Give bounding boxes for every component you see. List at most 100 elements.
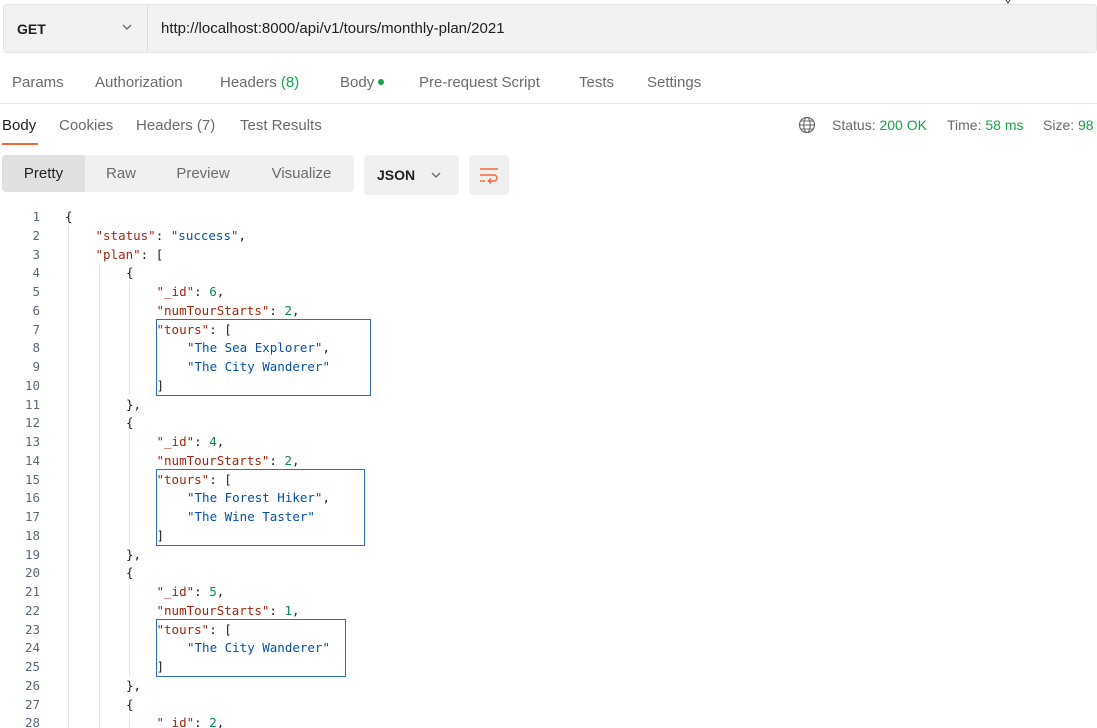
line-number: 21 <box>24 584 40 599</box>
tab-label: Body <box>340 74 375 91</box>
chevron-down-icon <box>431 172 441 178</box>
indent-guide <box>129 282 130 395</box>
indent-guide <box>129 432 130 545</box>
view-mode-switch: Pretty Raw Preview Visualize <box>2 155 354 192</box>
line-number: 16 <box>24 490 40 506</box>
line-number: 15 <box>24 471 40 487</box>
line-number: 18 <box>24 527 40 543</box>
time-label: Time: <box>947 117 982 133</box>
code-text: "plan": [ <box>95 246 164 262</box>
line-number: 14 <box>24 452 40 468</box>
code-line: 2 "status": "success", <box>0 226 1097 245</box>
line-number: 19 <box>24 546 40 562</box>
code-text: "numTourStarts": 1, <box>156 602 300 618</box>
response-tabs: Body Cookies Headers (7) Test Results <box>0 106 1097 146</box>
view-visualize-button[interactable]: Visualize <box>249 155 354 192</box>
tab-tests[interactable]: Tests <box>579 74 614 91</box>
status-value: 200 OK <box>879 117 927 133</box>
line-number: 12 <box>24 415 40 431</box>
line-number: 4 <box>32 265 40 281</box>
wrap-lines-icon <box>480 168 498 184</box>
line-number: 8 <box>32 340 40 356</box>
format-label: JSON <box>377 167 416 183</box>
wrap-lines-button[interactable] <box>469 155 509 195</box>
tab-pre-request-script[interactable]: Pre-request Script <box>419 74 540 91</box>
status-label: Status: <box>832 117 876 133</box>
tab-label: Body <box>2 117 37 134</box>
tab-label: Settings <box>647 74 702 91</box>
time-indicator[interactable]: Time: 58 ms <box>947 117 1024 133</box>
line-number: 22 <box>24 602 40 618</box>
chevron-down-icon <box>122 24 132 30</box>
size-indicator[interactable]: Size: 98 <box>1043 117 1094 133</box>
code-text: }, <box>126 546 142 562</box>
line-number: 26 <box>24 677 40 693</box>
tab-params[interactable]: Params <box>12 74 64 91</box>
code-text: "numTourStarts": 2, <box>156 302 300 318</box>
code-text: }, <box>126 396 142 412</box>
line-number: 13 <box>24 434 40 449</box>
line-number: 7 <box>32 321 40 337</box>
line-number: 1 <box>32 209 40 224</box>
tab-test-results[interactable]: Test Results <box>240 117 322 134</box>
tab-response-headers[interactable]: Headers (7) <box>136 117 215 134</box>
line-number: 27 <box>24 696 40 712</box>
line-number: 10 <box>24 377 40 393</box>
indent-guide <box>98 263 100 728</box>
tab-cookies[interactable]: Cookies <box>59 117 113 134</box>
tab-response-body[interactable]: Body <box>2 117 36 134</box>
bracket-match-highlight <box>155 468 365 546</box>
line-number: 9 <box>32 359 40 374</box>
bracket-match-highlight <box>155 618 346 677</box>
line-number: 5 <box>32 284 40 299</box>
line-number: 20 <box>24 565 40 581</box>
view-raw-button[interactable]: Raw <box>85 155 157 192</box>
request-tabs: Params Authorization Headers (8) Body Pr… <box>0 64 1097 102</box>
code-text: "_id": 6, <box>156 284 225 299</box>
view-preview-button[interactable]: Preview <box>157 155 249 192</box>
active-tab-underline <box>2 143 38 145</box>
format-select[interactable]: JSON <box>364 155 459 195</box>
status-indicator[interactable]: Status: 200 OK <box>832 117 927 133</box>
indent-guide <box>129 713 130 728</box>
tab-label: Tests <box>579 74 615 91</box>
indent-guide <box>68 225 69 728</box>
view-pretty-button[interactable]: Pretty <box>2 155 85 192</box>
tab-body[interactable]: Body <box>340 74 385 91</box>
code-line: 12 { <box>0 413 1097 432</box>
method-label: GET <box>17 20 46 37</box>
request-bar: GET http://localhost:8000/api/v1/tours/m… <box>3 4 1097 53</box>
url-input[interactable]: http://localhost:8000/api/v1/tours/month… <box>161 5 505 52</box>
code-line: 19}, <box>0 545 1097 564</box>
time-value: 58 ms <box>985 117 1024 133</box>
globe-icon[interactable] <box>798 116 816 134</box>
code-text: { <box>126 265 134 281</box>
code-line: 20 { <box>0 563 1097 582</box>
code-line: 3 "plan": [ <box>0 245 1097 264</box>
headers-count: (8) <box>280 74 300 91</box>
size-label: Size: <box>1043 117 1075 133</box>
code-text: { <box>65 209 73 224</box>
divider <box>0 103 1097 104</box>
line-number: 23 <box>24 621 40 637</box>
code-text: { <box>126 565 134 581</box>
size-value: 98 <box>1078 117 1094 133</box>
line-number: 28 <box>24 715 40 728</box>
line-number: 2 <box>32 227 40 243</box>
code-line: 4{ <box>0 263 1097 282</box>
code-line: 6 "numTourStarts": 2, <box>0 301 1097 320</box>
code-text: "numTourStarts": 2, <box>156 452 300 468</box>
code-line: 22 "numTourStarts": 1, <box>0 601 1097 620</box>
tab-settings[interactable]: Settings <box>647 74 701 91</box>
body-indicator-dot <box>378 79 385 86</box>
response-body-viewer[interactable]: 1{2 "status": "success", 3 "plan": [4{5 "_id… <box>0 207 1097 728</box>
code-line: 5 "_id": 6, <box>0 282 1097 301</box>
method-select[interactable]: GET <box>4 5 148 52</box>
tab-headers[interactable]: Headers (8) <box>220 74 299 91</box>
tab-label: Authorization <box>95 74 183 91</box>
code-line: 13 "_id": 4, <box>0 432 1097 451</box>
line-number: 25 <box>24 659 40 674</box>
code-text: }, <box>126 677 142 693</box>
line-number: 3 <box>32 246 40 262</box>
tab-authorization[interactable]: Authorization <box>95 74 183 91</box>
